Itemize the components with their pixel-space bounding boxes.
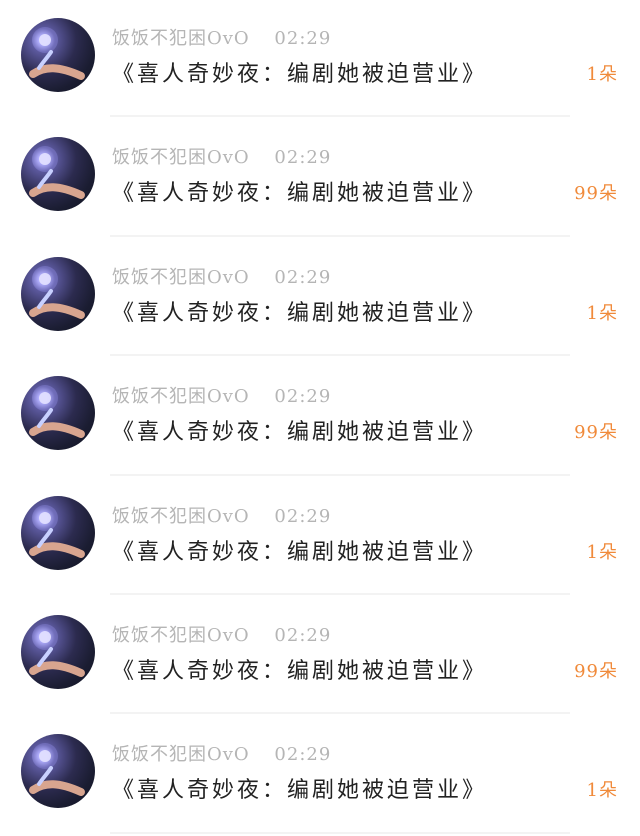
- item-divider: [110, 115, 570, 118]
- gift-count: 99朵: [574, 183, 618, 205]
- post-meta: 饭饭不犯困OvO 02:29: [112, 502, 331, 528]
- post-meta: 饭饭不犯困OvO 02:29: [112, 740, 331, 766]
- username[interactable]: 饭饭不犯困OvO: [112, 506, 250, 527]
- gift-title[interactable]: 《喜人奇妙夜：编剧她被迫营业》: [112, 414, 487, 446]
- list-item[interactable]: 饭饭不犯困OvO 02:29 《喜人奇妙夜：编剧她被迫营业》 1朵: [0, 0, 640, 119]
- gift-count: 1朵: [586, 302, 618, 324]
- avatar[interactable]: [21, 734, 95, 809]
- username[interactable]: 饭饭不犯困OvO: [112, 386, 250, 407]
- username[interactable]: 饭饭不犯困OvO: [112, 147, 250, 168]
- list-item[interactable]: 饭饭不犯困OvO 02:29 《喜人奇妙夜：编剧她被迫营业》 1朵: [0, 478, 640, 597]
- post-meta: 饭饭不犯困OvO 02:29: [112, 621, 331, 647]
- timestamp: 02:29: [274, 28, 332, 49]
- list-item[interactable]: 饭饭不犯困OvO 02:29 《喜人奇妙夜：编剧她被迫营业》 99朵: [0, 358, 640, 477]
- gift-title[interactable]: 《喜人奇妙夜：编剧她被迫营业》: [112, 653, 487, 685]
- post-meta: 饭饭不犯困OvO 02:29: [112, 263, 331, 289]
- item-divider: [110, 592, 570, 595]
- timestamp: 02:29: [274, 744, 332, 766]
- item-divider: [110, 831, 570, 834]
- avatar[interactable]: [21, 495, 95, 570]
- item-divider: [110, 712, 570, 715]
- list-item[interactable]: 饭饭不犯困OvO 02:29 《喜人奇妙夜：编剧她被迫营业》 1朵: [0, 239, 640, 358]
- timestamp: 02:29: [274, 624, 332, 646]
- gift-title[interactable]: 《喜人奇妙夜：编剧她被迫营业》: [112, 295, 487, 327]
- gift-count: 99朵: [574, 422, 618, 444]
- post-meta: 饭饭不犯困OvO 02:29: [112, 24, 331, 50]
- username[interactable]: 饭饭不犯困OvO: [112, 625, 250, 646]
- username[interactable]: 饭饭不犯困OvO: [112, 267, 250, 288]
- gift-count: 1朵: [586, 780, 618, 802]
- gift-feed: 饭饭不犯困OvO 02:29 《喜人奇妙夜：编剧她被迫营业》 1朵 饭饭不犯困O…: [0, 0, 640, 836]
- avatar[interactable]: [21, 614, 95, 689]
- timestamp: 02:29: [274, 266, 332, 288]
- gift-title[interactable]: 《喜人奇妙夜：编剧她被迫营业》: [112, 56, 487, 88]
- avatar[interactable]: [21, 376, 95, 451]
- avatar[interactable]: [21, 137, 95, 212]
- list-item[interactable]: 饭饭不犯困OvO 02:29 《喜人奇妙夜：编剧她被迫营业》 1朵: [0, 716, 640, 835]
- post-meta: 饭饭不犯困OvO 02:29: [112, 143, 331, 169]
- gift-title[interactable]: 《喜人奇妙夜：编剧她被迫营业》: [112, 772, 487, 804]
- gift-count: 1朵: [586, 541, 618, 563]
- avatar[interactable]: [21, 18, 95, 92]
- post-meta: 饭饭不犯困OvO 02:29: [112, 382, 331, 408]
- timestamp: 02:29: [274, 505, 332, 527]
- gift-title[interactable]: 《喜人奇妙夜：编剧她被迫营业》: [112, 534, 487, 566]
- gift-count: 1朵: [586, 64, 618, 85]
- gift-count: 99朵: [574, 660, 618, 682]
- username[interactable]: 饭饭不犯困OvO: [112, 744, 250, 765]
- item-divider: [110, 354, 570, 357]
- timestamp: 02:29: [274, 386, 332, 408]
- item-divider: [110, 473, 570, 476]
- username[interactable]: 饭饭不犯困OvO: [112, 28, 250, 49]
- avatar[interactable]: [21, 256, 95, 331]
- list-item[interactable]: 饭饭不犯困OvO 02:29 《喜人奇妙夜：编剧她被迫营业》 99朵: [0, 119, 640, 238]
- list-item[interactable]: 饭饭不犯困OvO 02:29 《喜人奇妙夜：编剧她被迫营业》 99朵: [0, 597, 640, 716]
- gift-title[interactable]: 《喜人奇妙夜：编剧她被迫营业》: [112, 175, 487, 207]
- timestamp: 02:29: [274, 147, 332, 169]
- item-divider: [110, 234, 570, 237]
